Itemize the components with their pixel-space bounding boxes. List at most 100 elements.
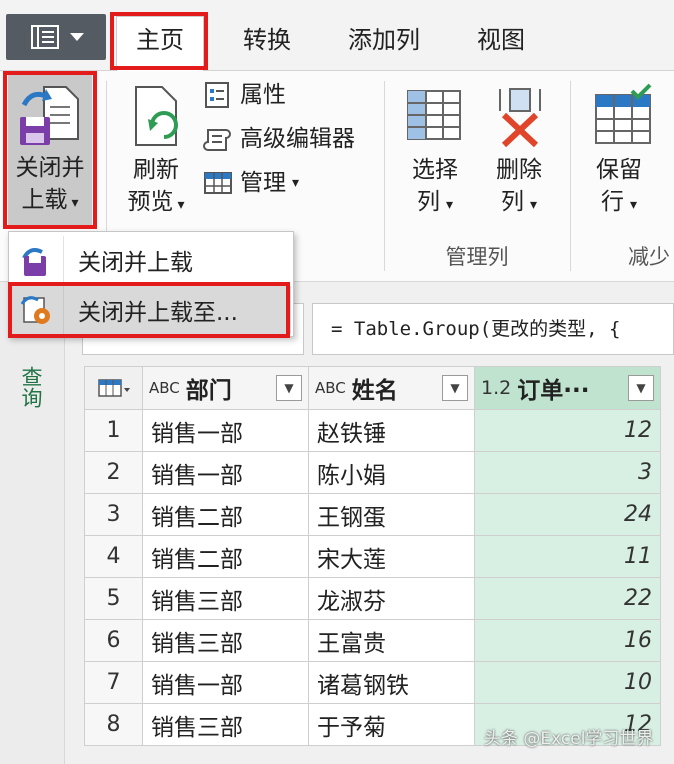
refresh-label-2: 预览 ▾ [116,187,196,220]
formula-bar[interactable]: = Table.Group(更改的类型, { [312,303,674,355]
remove-columns-icon [499,88,541,148]
table-icon [204,172,232,194]
orders-cell[interactable]: 22 [474,577,661,620]
tab-add-column[interactable]: 添加列 [332,20,436,60]
data-preview-grid: ABC 部门 ▼ ABC 姓名 ▼ 1.2 订单··· ▼ 1 销售一部 赵铁锤… [84,366,662,746]
table-row: 3 销售二部 王钢蛋 24 [84,493,661,536]
column-header-orders[interactable]: 1.2 订单··· ▼ [474,366,661,410]
tab-transform[interactable]: 转换 [228,20,306,60]
table-options-icon [97,379,130,397]
name-cell[interactable]: 龙淑芬 [308,577,475,620]
orders-cell[interactable]: 12 [474,409,661,452]
properties-label: 属性 [240,82,286,108]
choose-columns-button[interactable]: 选择 列 ▾ [396,75,474,225]
name-cell[interactable]: 赵铁锤 [308,409,475,452]
tab-view[interactable]: 视图 [462,20,540,60]
group-label-manage-columns: 管理列 [445,245,509,269]
dept-cell[interactable]: 销售一部 [142,409,309,452]
group-label-reduce-rows: 减少 [628,245,670,269]
chevron-down-icon: ▾ [629,197,638,213]
chevron-down-icon: ▼ [450,381,460,395]
table-corner[interactable] [84,366,143,410]
table-row: 5 销售三部 龙淑芬 22 [84,577,661,620]
row-number-cell[interactable]: 8 [84,703,143,746]
filter-dropdown-button[interactable]: ▼ [628,375,654,401]
menu-item-close-load[interactable]: 关闭并上载 [9,236,291,284]
filter-dropdown-button[interactable]: ▼ [276,375,302,401]
row-number-cell[interactable]: 3 [84,493,143,536]
choose-columns-label-2-text: 列 [416,189,440,215]
chevron-down-icon: ▾ [445,197,454,213]
manage-button[interactable]: 管理 ▾ [202,165,372,201]
row-number-cell[interactable]: 7 [84,661,143,704]
ribbon-tab-bar: 主页 转换 添加列 视图 [0,0,674,71]
orders-cell[interactable]: 11 [474,535,661,578]
table-row: 7 销售一部 诸葛钢铁 10 [84,661,661,704]
table-row: 6 销售三部 王富贵 16 [84,619,661,662]
remove-columns-label-2: 列 ▾ [480,187,558,220]
row-number-cell[interactable]: 1 [84,409,143,452]
remove-columns-button[interactable]: 删除 列 ▾ [480,75,558,225]
properties-button[interactable]: 属性 [202,77,372,113]
refresh-icon [135,86,178,146]
chevron-down-icon: ▾ [292,175,300,191]
name-cell[interactable]: 王富贵 [308,619,475,662]
queries-pane-collapsed[interactable]: 查询 [0,282,65,764]
scroll-icon [203,129,231,151]
row-number-cell[interactable]: 2 [84,451,143,494]
keep-rows-button[interactable]: 保留 行 ▾ [584,75,664,225]
grid-header-row: ABC 部门 ▼ ABC 姓名 ▼ 1.2 订单··· ▼ [84,366,661,410]
decimal-type-icon: 1.2 [481,377,512,399]
orders-cell[interactable]: 24 [474,493,661,536]
refresh-label-2-text: 预览 [127,189,174,215]
name-cell[interactable]: 宋大莲 [308,535,475,578]
keep-rows-label-2: 行 ▾ [584,187,654,220]
advanced-editor-button[interactable]: 高级编辑器 [202,121,372,157]
row-number-cell[interactable]: 5 [84,577,143,620]
advanced-editor-label: 高级编辑器 [240,126,355,152]
dept-cell[interactable]: 销售三部 [142,619,309,662]
refresh-preview-button[interactable]: 刷新 预览 ▾ [116,75,196,225]
highlight-box-close-load-to [8,282,290,338]
column-header-label: 部门 [185,378,232,404]
grid-body: 1 销售一部 赵铁锤 12 2 销售一部 陈小娟 3 3 销售二部 王钢蛋 24 4 销售二部 宋大莲 11 5… [84,409,661,746]
dept-cell[interactable]: 销售一部 [142,451,309,494]
highlight-box-home-tab [110,12,208,70]
choose-columns-label-2: 列 ▾ [396,187,474,220]
name-cell[interactable]: 诸葛钢铁 [308,661,475,704]
refresh-label-1: 刷新 [133,157,179,183]
orders-cell[interactable]: 16 [474,619,661,662]
filter-dropdown-button[interactable]: ▼ [442,375,468,401]
file-menu-button[interactable] [6,14,106,60]
choose-columns-icon [407,90,461,140]
name-cell[interactable]: 王钢蛋 [308,493,475,536]
ribbon-separator [570,81,571,271]
dept-cell[interactable]: 销售三部 [142,577,309,620]
queries-pane-label: 查询 [19,366,43,408]
properties-icon [205,82,229,108]
dept-cell[interactable]: 销售二部 [142,535,309,578]
choose-columns-label-1: 选择 [412,157,458,183]
row-number-cell[interactable]: 6 [84,619,143,662]
dept-cell[interactable]: 销售一部 [142,661,309,704]
menu-item-label: 关闭并上载 [78,250,193,276]
chevron-down-icon: ▾ [177,197,185,213]
name-cell[interactable]: 于予菊 [308,703,475,746]
dept-cell[interactable]: 销售二部 [142,493,309,536]
highlight-box-close-load [3,71,97,229]
manage-label: 管理 [240,170,286,196]
name-cell[interactable]: 陈小娟 [308,451,475,494]
column-header-name[interactable]: ABC 姓名 ▼ [308,366,475,410]
file-menu-icon [31,25,84,49]
table-row: 4 销售二部 宋大莲 11 [84,535,661,578]
remove-columns-label-2-text: 列 [500,189,524,215]
column-header-label: 姓名 [351,378,398,404]
ribbon-separator [384,81,385,271]
orders-cell[interactable]: 10 [474,661,661,704]
column-header-dept[interactable]: ABC 部门 ▼ [142,366,309,410]
row-number-cell[interactable]: 4 [84,535,143,578]
chevron-down-icon: ▾ [529,197,538,213]
dept-cell[interactable]: 销售三部 [142,703,309,746]
orders-cell[interactable]: 3 [474,451,661,494]
chevron-down-icon: ▼ [284,381,294,395]
